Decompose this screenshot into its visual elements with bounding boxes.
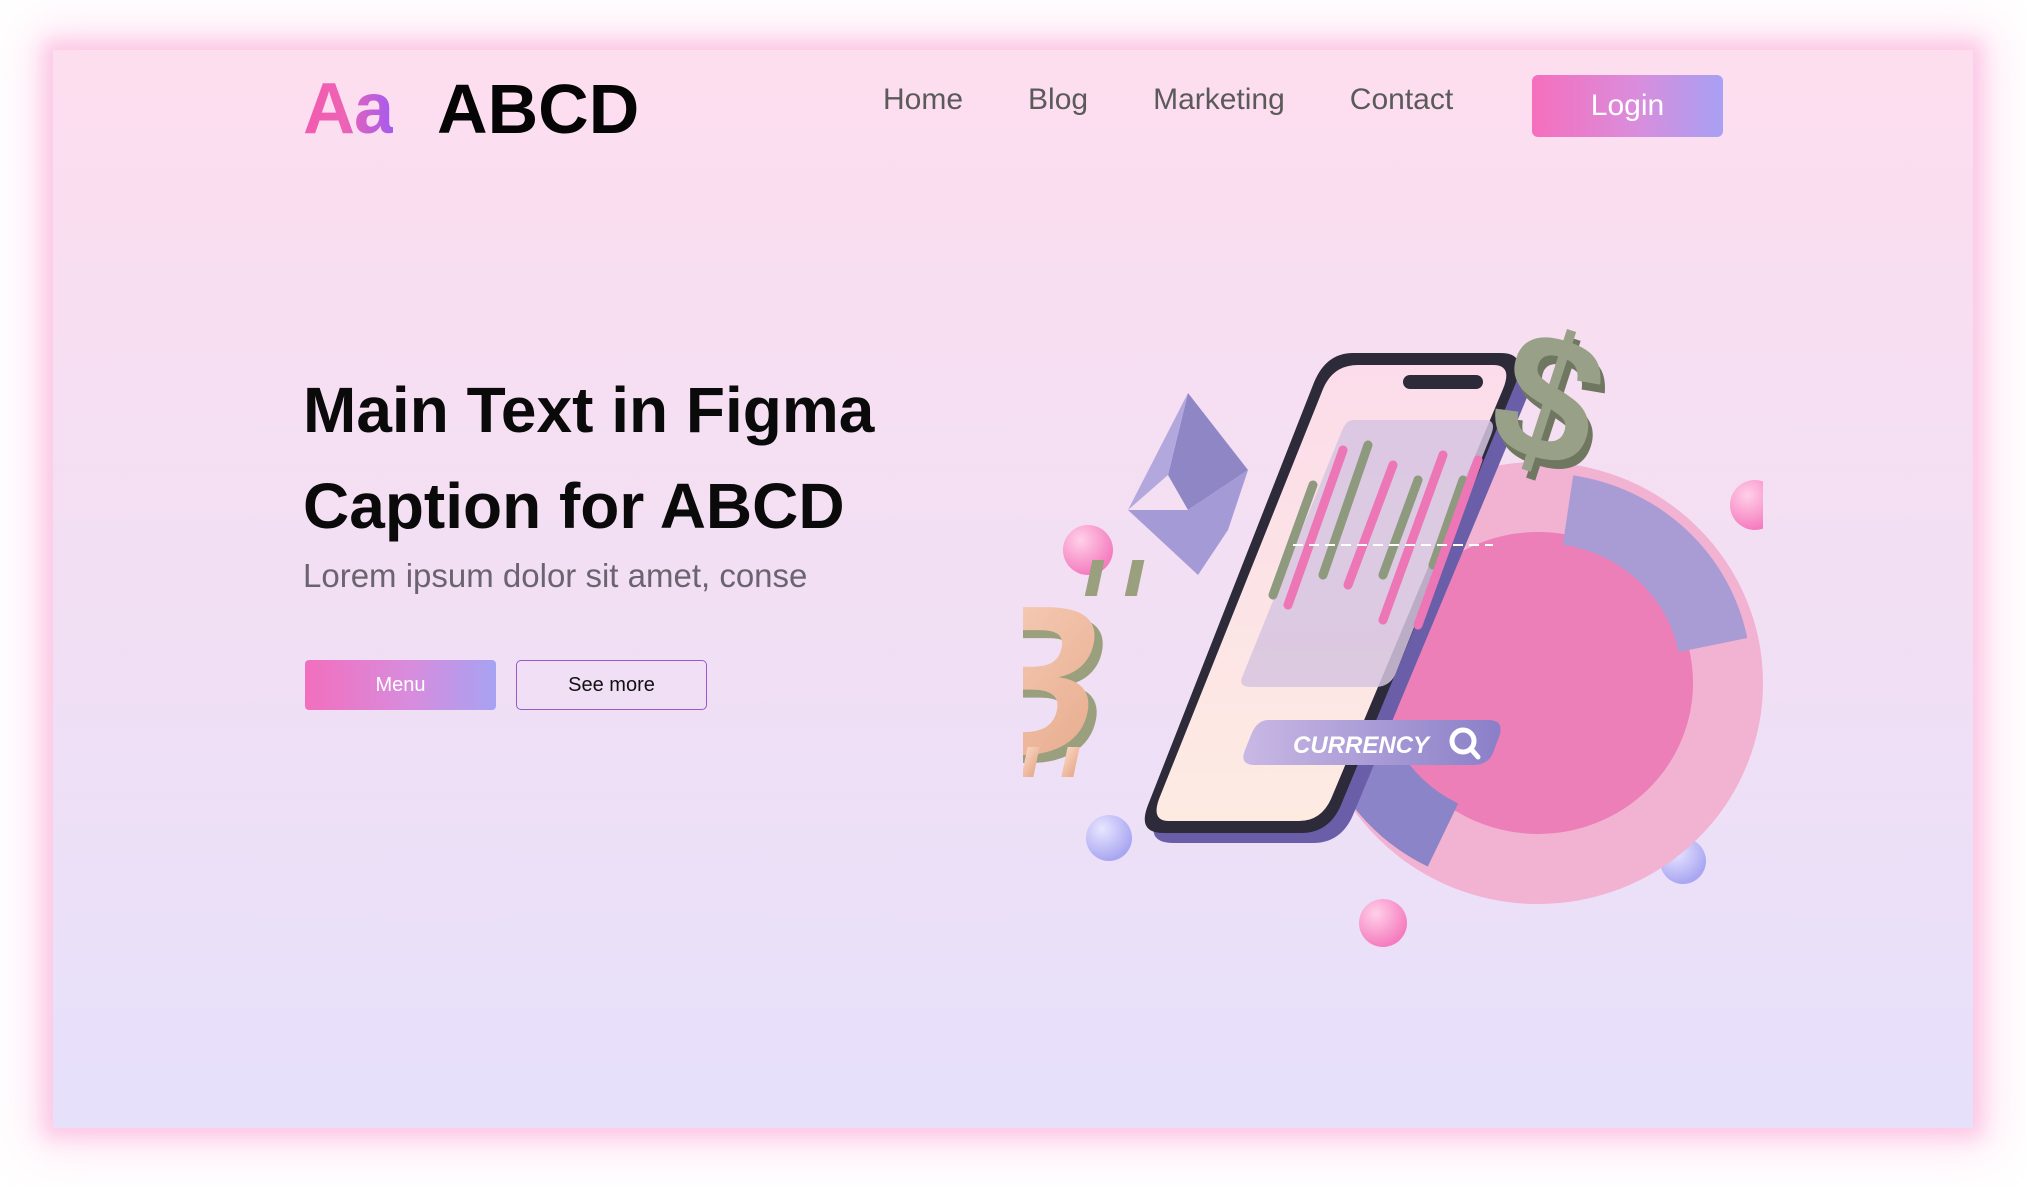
menu-button[interactable]: Menu (305, 660, 496, 710)
logo-mark: Aa (303, 69, 394, 149)
logo[interactable]: Aa ABCD (303, 68, 639, 150)
nav-item-marketing[interactable]: Marketing (1153, 83, 1285, 117)
currency-search-label: CURRENCY (1293, 732, 1431, 759)
landing-page: Aa ABCD Home Blog Marketing Contact Logi… (53, 50, 1973, 1128)
main-nav: Home Blog Marketing Contact (883, 83, 1518, 117)
hero-title-line-2: Caption for ABCD (303, 470, 845, 542)
nav-item-contact[interactable]: Contact (1350, 83, 1453, 117)
nav-item-blog[interactable]: Blog (1028, 83, 1088, 117)
hero-title-line-1: Main Text in Figma (303, 374, 875, 446)
hero-title: Main Text in Figma Caption for ABCD (303, 362, 874, 554)
brand-name: ABCD (437, 70, 640, 148)
hero-illustration: CURRENCY B B $ $ (1023, 288, 1763, 947)
ethereum-icon (1128, 393, 1248, 575)
bitcoin-icon: B B (1023, 560, 1145, 809)
hero-subtitle: Lorem ipsum dolor sit amet, conse (303, 557, 808, 594)
currency-search-bar: CURRENCY (1243, 720, 1501, 765)
nav-item-home[interactable]: Home (883, 83, 963, 117)
see-more-button[interactable]: See more (516, 660, 707, 710)
login-button[interactable]: Login (1532, 75, 1723, 137)
